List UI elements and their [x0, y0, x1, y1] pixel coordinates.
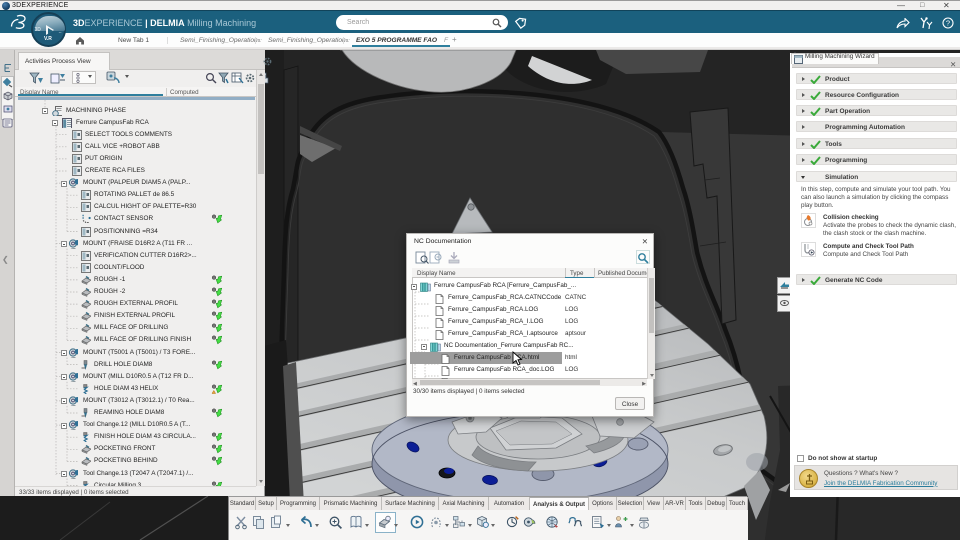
svg-text:?: ?	[946, 18, 950, 27]
